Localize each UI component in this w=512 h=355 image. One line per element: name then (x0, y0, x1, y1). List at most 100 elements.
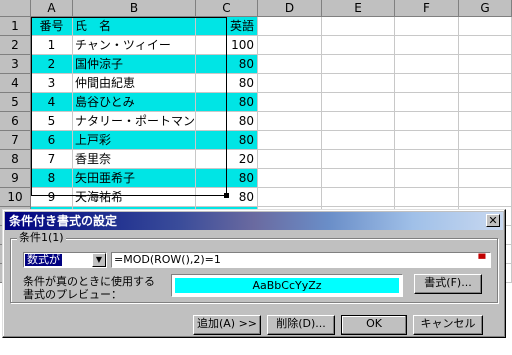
column-header-d[interactable]: D (258, 0, 322, 17)
column-header-a[interactable]: A (31, 0, 73, 17)
cell-f[interactable] (395, 17, 459, 36)
cell-f[interactable] (395, 169, 459, 188)
cell-e[interactable] (322, 112, 395, 131)
cell-d[interactable] (258, 36, 322, 55)
cell-g[interactable] (459, 74, 512, 93)
cell-d[interactable] (258, 74, 322, 93)
cell-g[interactable] (459, 36, 512, 55)
fill-handle[interactable] (224, 193, 229, 198)
cell-b[interactable]: 仲間由紀恵 (73, 74, 196, 93)
cell-g[interactable] (459, 112, 512, 131)
cell-c[interactable]: 80 (196, 131, 258, 150)
cell-f[interactable] (395, 55, 459, 74)
row-header[interactable]: 3 (0, 55, 31, 74)
cell-a[interactable]: 番号 (31, 17, 73, 36)
cell-f[interactable] (395, 112, 459, 131)
cell-f[interactable] (395, 188, 459, 207)
column-header-g[interactable]: G (459, 0, 512, 17)
row-header[interactable]: 4 (0, 74, 31, 93)
collapse-dialog-icon[interactable]: ▀ (475, 254, 489, 266)
cell-f[interactable] (395, 131, 459, 150)
cell-g[interactable] (459, 188, 512, 207)
cell-a[interactable]: 3 (31, 74, 73, 93)
cell-b[interactable]: 氏 名 (73, 17, 196, 36)
row-header[interactable]: 9 (0, 169, 31, 188)
cell-f[interactable] (395, 150, 459, 169)
cancel-button[interactable]: キャンセル (413, 315, 483, 335)
cell-c[interactable]: 80 (196, 169, 258, 188)
row-header[interactable]: 7 (0, 131, 31, 150)
cell-e[interactable] (322, 188, 395, 207)
cell-b[interactable]: ナタリー・ポートマン (73, 112, 196, 131)
format-button[interactable]: 書式(F)... (414, 274, 482, 294)
cell-d[interactable] (258, 17, 322, 36)
cell-c[interactable]: 80 (196, 112, 258, 131)
cell-e[interactable] (322, 55, 395, 74)
cell-a[interactable]: 6 (31, 131, 73, 150)
row-header[interactable]: 6 (0, 112, 31, 131)
cell-e[interactable] (322, 93, 395, 112)
cell-d[interactable] (258, 169, 322, 188)
cell-g[interactable] (459, 55, 512, 74)
cell-a[interactable]: 5 (31, 112, 73, 131)
cell-b[interactable]: チャン・ツィイー (73, 36, 196, 55)
cell-g[interactable] (459, 17, 512, 36)
column-header-f[interactable]: F (395, 0, 459, 17)
cell-g[interactable] (459, 169, 512, 188)
cell-g[interactable] (459, 150, 512, 169)
cell-c[interactable]: 80 (196, 93, 258, 112)
chevron-down-icon[interactable]: ▼ (92, 253, 106, 267)
cell-d[interactable] (258, 55, 322, 74)
row-header[interactable]: 10 (0, 188, 31, 207)
cell-c[interactable]: 英語 (196, 17, 258, 36)
cell-a[interactable]: 9 (31, 188, 73, 207)
dialog-title: 条件付き書式の設定 (9, 214, 118, 228)
add-button[interactable]: 追加(A) >> (193, 315, 261, 335)
cell-b[interactable]: 島谷ひとみ (73, 93, 196, 112)
condition-type-select[interactable]: 数式が ▼ (23, 252, 107, 268)
cell-d[interactable] (258, 93, 322, 112)
cell-c[interactable]: 80 (196, 74, 258, 93)
cell-b[interactable]: 国仲涼子 (73, 55, 196, 74)
cell-e[interactable] (322, 36, 395, 55)
cell-a[interactable]: 4 (31, 93, 73, 112)
ok-button[interactable]: OK (341, 315, 407, 335)
cell-a[interactable]: 8 (31, 169, 73, 188)
cell-b[interactable]: 天海祐希 (73, 188, 196, 207)
cell-g[interactable] (459, 93, 512, 112)
cell-d[interactable] (258, 112, 322, 131)
cell-e[interactable] (322, 169, 395, 188)
cell-d[interactable] (258, 150, 322, 169)
select-all-corner[interactable] (0, 0, 31, 17)
cell-b[interactable]: 上戸彩 (73, 131, 196, 150)
row-header[interactable]: 8 (0, 150, 31, 169)
column-header-c[interactable]: C (196, 0, 258, 17)
cell-d[interactable] (258, 131, 322, 150)
cell-b[interactable]: 矢田亜希子 (73, 169, 196, 188)
cell-g[interactable] (459, 131, 512, 150)
row-header[interactable]: 2 (0, 36, 31, 55)
cell-c[interactable]: 20 (196, 150, 258, 169)
cell-b[interactable]: 香里奈 (73, 150, 196, 169)
cell-a[interactable]: 7 (31, 150, 73, 169)
close-button[interactable]: ✕ (486, 214, 500, 227)
dialog-titlebar[interactable]: 条件付き書式の設定 ✕ (5, 212, 503, 230)
column-header-b[interactable]: B (73, 0, 196, 17)
cell-a[interactable]: 1 (31, 36, 73, 55)
cell-f[interactable] (395, 36, 459, 55)
cell-d[interactable] (258, 188, 322, 207)
cell-e[interactable] (322, 131, 395, 150)
cell-e[interactable] (322, 74, 395, 93)
row-header[interactable]: 5 (0, 93, 31, 112)
cell-c[interactable]: 80 (196, 55, 258, 74)
cell-c[interactable]: 100 (196, 36, 258, 55)
formula-input[interactable]: =MOD(ROW(),2)=1 ▀ (111, 252, 491, 268)
cell-f[interactable] (395, 74, 459, 93)
cell-e[interactable] (322, 17, 395, 36)
cell-a[interactable]: 2 (31, 55, 73, 74)
cell-f[interactable] (395, 93, 459, 112)
cell-e[interactable] (322, 150, 395, 169)
column-header-e[interactable]: E (322, 0, 395, 17)
delete-button[interactable]: 削除(D)... (267, 315, 335, 335)
row-header[interactable]: 1 (0, 17, 31, 36)
